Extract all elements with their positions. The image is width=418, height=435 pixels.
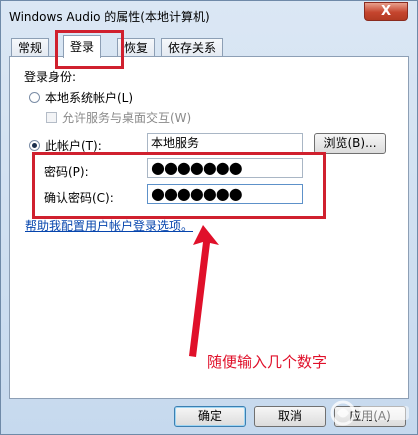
password-input-value: ●●●●●●● [151,158,243,177]
tab-recovery-label: 恢复 [124,41,149,55]
window-title: Windows Audio 的属性(本地计算机) [9,10,210,24]
close-icon: X [380,4,392,19]
local-system-radio[interactable] [29,92,40,103]
password-input[interactable]: ●●●●●●● [147,158,303,178]
ok-button[interactable]: 确定 [174,406,246,427]
properties-window: Windows Audio 的属性(本地计算机) X 常规 登录 恢复 依存关系… [0,0,418,435]
tab-general-label: 常规 [18,41,43,55]
tab-recovery[interactable]: 恢复 [117,38,156,57]
cancel-button[interactable]: 取消 [254,406,326,427]
confirm-password-input[interactable]: ●●●●●●● [147,184,303,204]
account-input[interactable]: 本地服务 [147,133,303,153]
cancel-button-label: 取消 [277,409,302,423]
confirm-password-label: 确认密码(C): [44,191,114,205]
this-account-radio[interactable] [29,140,40,151]
allow-desktop-checkbox[interactable] [46,112,57,123]
tab-logon-label: 登录 [70,40,95,54]
tab-dependencies-label: 依存关系 [168,41,217,55]
tab-logon[interactable]: 登录 [63,35,102,58]
ok-button-label: 确定 [197,409,222,423]
close-button[interactable]: X [364,2,408,21]
annotation-arrow-icon [189,225,219,357]
watermark-logo-icon [330,400,409,426]
allow-desktop-label: 允许服务与桌面交互(W) [62,111,192,125]
confirm-password-input-value: ●●●●●●● [151,184,243,203]
browse-button-label: 浏览(B)... [323,136,377,150]
this-account-label[interactable]: 此帐户(T): [45,137,102,154]
help-link[interactable]: 帮助我配置用户帐户登录选项。 [25,217,193,234]
annotation-text: 随便输入几个数字 [207,353,328,371]
account-input-value: 本地服务 [151,136,200,150]
tab-dependencies[interactable]: 依存关系 [161,38,224,57]
password-label: 密码(P): [44,165,89,179]
local-system-label[interactable]: 本地系统帐户(L) [45,89,133,106]
browse-button[interactable]: 浏览(B)... [314,133,386,154]
title-bar[interactable]: Windows Audio 的属性(本地计算机) X [1,1,417,31]
logon-as-label: 登录身份: [24,70,77,84]
tab-general[interactable]: 常规 [11,38,50,57]
